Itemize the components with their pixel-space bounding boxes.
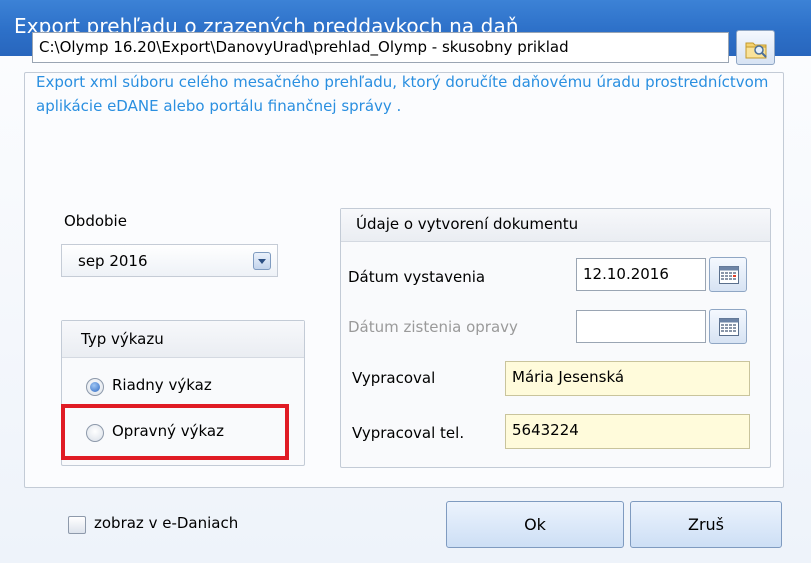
calendar-icon (719, 318, 739, 336)
issue-date-field[interactable]: 12.10.2016 (576, 258, 706, 291)
period-label: Obdobie (64, 212, 127, 230)
calendar-icon (719, 266, 739, 284)
show-in-edane-checkbox[interactable] (68, 516, 86, 534)
cancel-button[interactable]: Zruš (630, 501, 782, 548)
document-info-title: Údaje o vytvorení dokumentu (356, 215, 579, 233)
show-in-edane-label[interactable]: zobraz v e-Daniach (94, 514, 238, 532)
phone-field[interactable]: 5643224 (505, 414, 750, 449)
issue-date-calendar-button[interactable] (709, 257, 747, 292)
period-dropdown-button[interactable] (253, 252, 271, 270)
browse-button[interactable] (736, 30, 775, 65)
correction-date-field[interactable] (576, 310, 706, 343)
radio-regular-report[interactable] (86, 378, 104, 396)
radio-regular-label[interactable]: Riadny výkaz (112, 376, 212, 394)
period-select[interactable]: sep 2016 (61, 244, 278, 277)
period-value: sep 2016 (78, 252, 148, 270)
phone-label: Vypracoval tel. (352, 424, 465, 442)
report-type-title: Typ výkazu (81, 330, 164, 348)
correction-date-label: Dátum zistenia opravy (348, 318, 518, 336)
correction-date-calendar-button[interactable] (709, 309, 747, 344)
export-path-field[interactable]: C:\Olymp 16.20\Export\DanovyUrad\prehlad… (32, 32, 729, 63)
ok-button[interactable]: Ok (446, 501, 624, 548)
chevron-down-icon (258, 259, 266, 264)
prepared-by-label: Vypracoval (352, 369, 436, 387)
prepared-by-field[interactable]: Mária Jesenská (505, 361, 750, 396)
export-info-text: Export xml súboru celého mesačného prehľ… (36, 73, 769, 115)
issue-date-label: Dátum vystavenia (348, 268, 486, 286)
highlight-box (61, 404, 289, 460)
folder-search-icon (745, 42, 767, 59)
